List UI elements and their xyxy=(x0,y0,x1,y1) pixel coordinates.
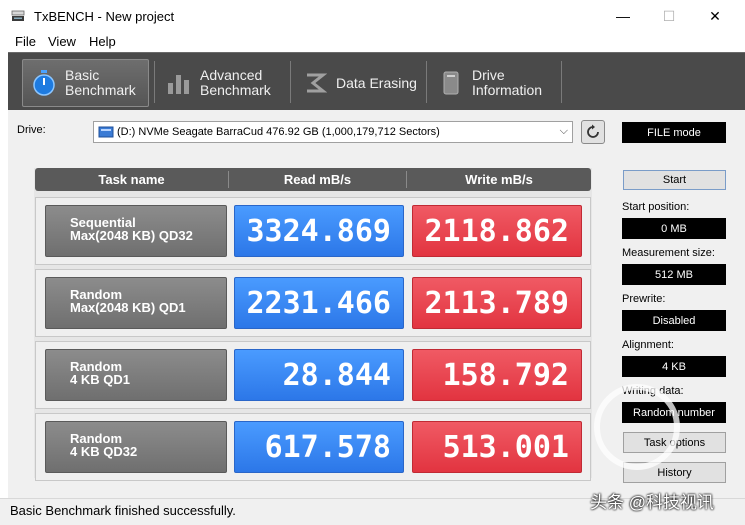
close-icon: ✕ xyxy=(709,7,721,24)
drive-select[interactable]: (D:) NVMe Seagate BarraCud 476.92 GB (1,… xyxy=(93,121,573,143)
start-button[interactable]: Start xyxy=(623,170,726,190)
alignment-field[interactable]: 4 KB xyxy=(622,356,726,377)
table-row: Sequential Max(2048 KB) QD32 3324.869 21… xyxy=(35,197,591,265)
menu-bar: File View Help xyxy=(0,32,745,52)
task-button-random-max-qd1[interactable]: Random Max(2048 KB) QD1 xyxy=(45,277,227,329)
status-text: Basic Benchmark finished successfully. xyxy=(10,503,236,518)
read-value: 28.844 xyxy=(234,349,404,401)
drive-label: Drive: xyxy=(17,124,46,136)
start-position-label: Start position: xyxy=(622,201,690,213)
table-row: Random Max(2048 KB) QD1 2231.466 2113.78… xyxy=(35,269,591,337)
tab-data-erasing[interactable]: Data Erasing xyxy=(296,59,426,107)
drive-icon xyxy=(436,68,466,98)
tab-basic-benchmark-label: Basic Benchmark xyxy=(65,67,136,98)
prewrite-field[interactable]: Disabled xyxy=(622,310,726,331)
minimize-button[interactable]: — xyxy=(600,0,646,32)
write-value: 158.792 xyxy=(412,349,582,401)
header-task-name: Task name xyxy=(98,172,165,187)
task-name-line2: Max(2048 KB) QD1 xyxy=(70,300,186,315)
results-header: Task name Read mB/s Write mB/s xyxy=(35,168,591,191)
table-row: Random 4 KB QD1 28.844 158.792 xyxy=(35,341,591,409)
window-title: TxBENCH - New project xyxy=(34,9,175,24)
read-value: 3324.869 xyxy=(234,205,404,257)
task-button-random-4k-qd32[interactable]: Random 4 KB QD32 xyxy=(45,421,227,473)
minimize-icon: — xyxy=(616,8,630,24)
stopwatch-icon xyxy=(29,68,59,98)
tab-basic-benchmark[interactable]: Basic Benchmark xyxy=(22,59,149,107)
maximize-button[interactable]: ☐ xyxy=(646,0,692,32)
refresh-icon xyxy=(587,124,599,138)
measurement-size-field[interactable]: 512 MB xyxy=(622,264,726,285)
refresh-button[interactable] xyxy=(581,120,605,144)
tab-data-erasing-label: Data Erasing xyxy=(336,74,417,91)
toolbar-divider xyxy=(561,61,562,103)
toolbar-divider xyxy=(426,61,427,103)
menu-help[interactable]: Help xyxy=(89,34,116,49)
alignment-label: Alignment: xyxy=(622,339,674,351)
eraser-icon xyxy=(300,68,330,98)
watermark-logo xyxy=(594,384,680,470)
close-button[interactable]: ✕ xyxy=(692,0,738,32)
app-icon xyxy=(11,10,25,22)
tab-advanced-benchmark-label: Advanced Benchmark xyxy=(200,67,271,98)
menu-file[interactable]: File xyxy=(15,34,36,49)
write-value: 513.001 xyxy=(412,421,582,473)
toolbar-divider xyxy=(154,61,155,103)
maximize-icon: ☐ xyxy=(662,7,676,24)
tab-drive-information[interactable]: Drive Information xyxy=(432,59,562,107)
task-button-sequential-qd32[interactable]: Sequential Max(2048 KB) QD32 xyxy=(45,205,227,257)
read-value: 617.578 xyxy=(234,421,404,473)
table-row: Random 4 KB QD32 617.578 513.001 xyxy=(35,413,591,481)
bar-chart-icon xyxy=(164,68,194,98)
menu-view[interactable]: View xyxy=(48,34,76,49)
read-value: 2231.466 xyxy=(234,277,404,329)
watermark-text: 头条 @科技视讯 xyxy=(590,493,714,512)
drive-select-value: (D:) NVMe Seagate BarraCud 476.92 GB (1,… xyxy=(117,126,440,138)
prewrite-label: Prewrite: xyxy=(622,293,666,305)
task-button-random-4k-qd1[interactable]: Random 4 KB QD1 xyxy=(45,349,227,401)
write-value: 2118.862 xyxy=(412,205,582,257)
nvme-drive-icon xyxy=(98,125,114,139)
tab-drive-information-label: Drive Information xyxy=(472,67,543,98)
header-read: Read mB/s xyxy=(283,172,352,187)
task-name-line2: 4 KB QD32 xyxy=(70,444,138,459)
tab-advanced-benchmark[interactable]: Advanced Benchmark xyxy=(160,59,290,107)
header-write: Write mB/s xyxy=(465,172,533,187)
write-value: 2113.789 xyxy=(412,277,582,329)
task-name-line2: 4 KB QD1 xyxy=(70,372,130,387)
toolbar-divider xyxy=(290,61,291,103)
main-toolbar: Basic Benchmark Advanced Benchmark Data … xyxy=(8,52,745,110)
title-bar: TxBENCH - New project — ☐ ✕ xyxy=(0,0,745,32)
chevron-down-icon: ⌵ xyxy=(559,125,568,137)
task-name-line2: Max(2048 KB) QD32 xyxy=(70,228,193,243)
start-position-field[interactable]: 0 MB xyxy=(622,218,726,239)
measurement-size-label: Measurement size: xyxy=(622,247,715,259)
file-mode-indicator[interactable]: FILE mode xyxy=(622,122,726,143)
